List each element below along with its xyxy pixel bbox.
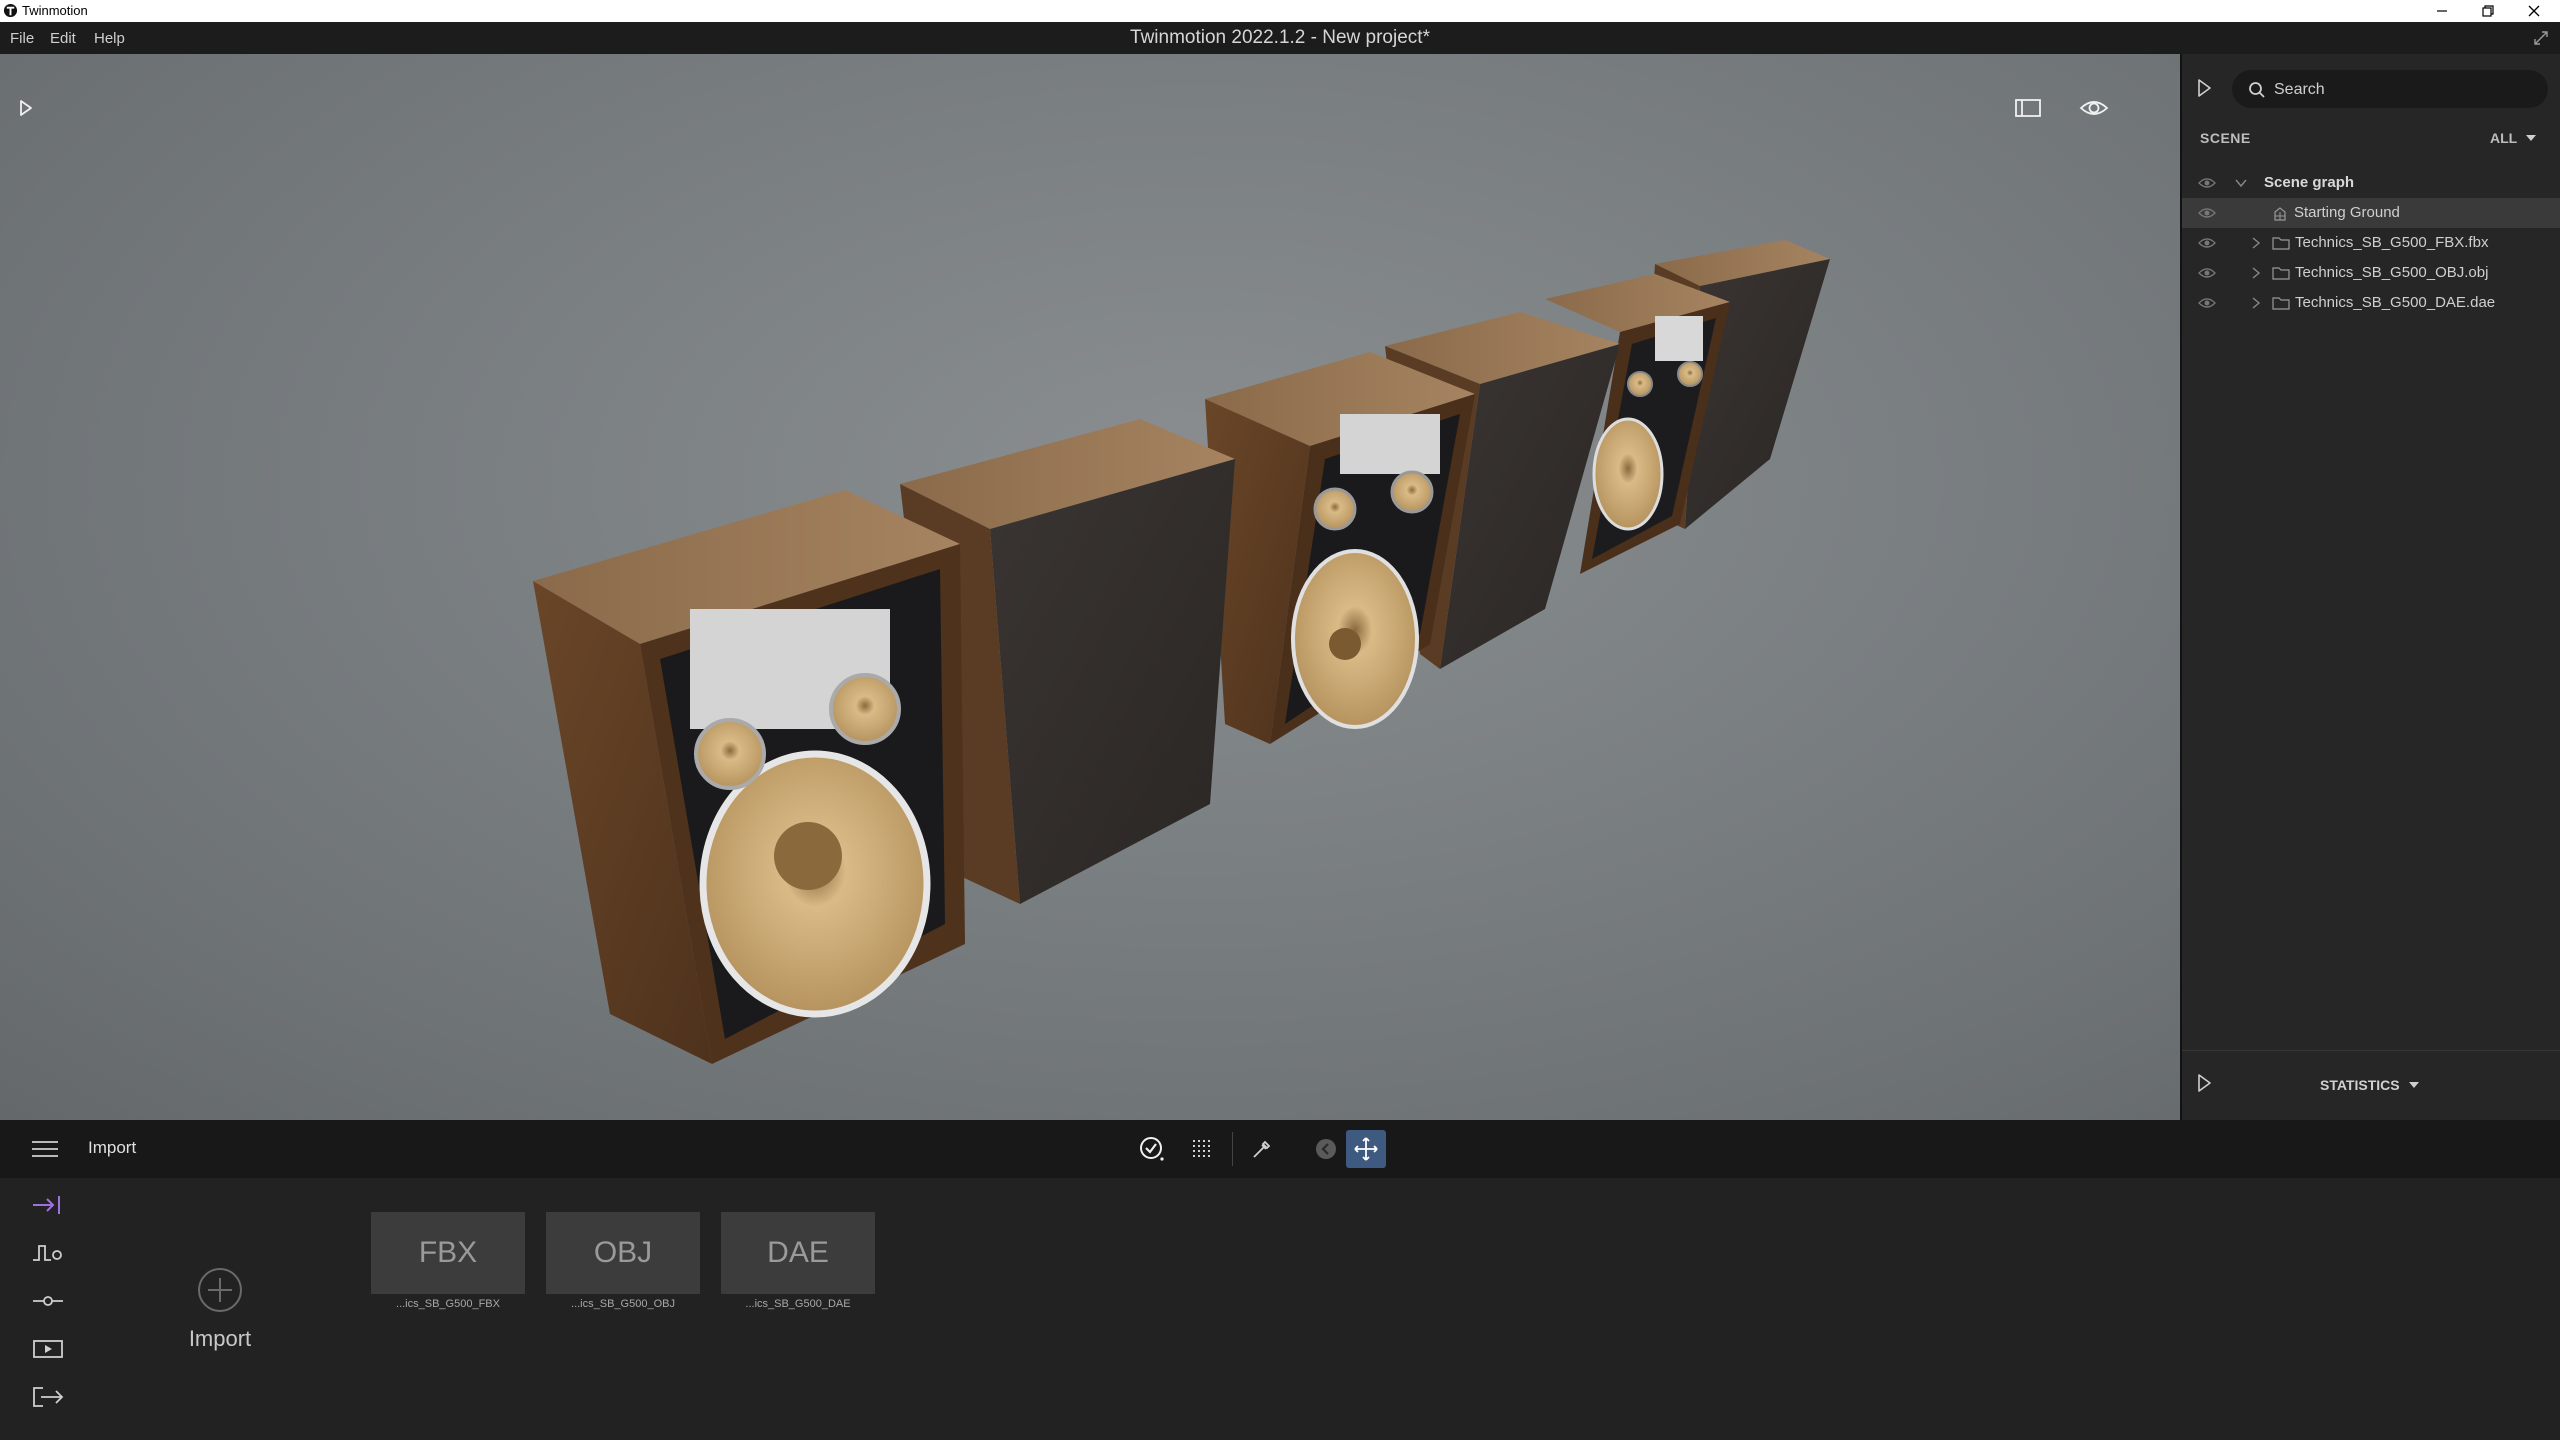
asset-card-obj[interactable]: OBJ ...ics_SB_G500_OBJ: [546, 1212, 700, 1310]
scene-render: [533, 240, 1830, 1064]
asset-card-dae[interactable]: DAE ...ics_SB_G500_DAE: [721, 1212, 875, 1310]
tree-item-starting-ground[interactable]: Starting Ground: [2182, 198, 2560, 228]
search-icon: [2248, 81, 2266, 99]
twinmotion-logo-icon: [3, 3, 18, 18]
speaker-front-far: [1545, 274, 1730, 574]
breadcrumb: Import: [88, 1138, 137, 1157]
toolbar-separator: [1232, 1132, 1233, 1166]
visibility-icon[interactable]: [2198, 267, 2216, 279]
folder-icon: [2272, 236, 2290, 250]
play-icon[interactable]: [14, 96, 38, 120]
caret-down-icon: [2525, 134, 2537, 142]
visibility-icon[interactable]: [2198, 177, 2216, 189]
menubar: File Edit Help Twinmotion 2022.1.2 - New…: [0, 22, 2560, 55]
visibility-icon[interactable]: [2198, 207, 2216, 219]
grid-icon[interactable]: [1182, 1130, 1222, 1168]
tree-item-label: Technics_SB_G500_FBX.fbx: [2295, 234, 2489, 251]
chevron-right-icon[interactable]: [2250, 296, 2262, 310]
move-icon[interactable]: [1346, 1130, 1386, 1168]
3d-viewport[interactable]: [0, 54, 2180, 1120]
asset-name: ...ics_SB_G500_DAE: [745, 1298, 851, 1310]
hamburger-menu-icon[interactable]: [30, 1138, 60, 1160]
export-icon[interactable]: [28, 1382, 68, 1412]
speaker-back-near: [900, 419, 1235, 904]
folder-icon: [2272, 266, 2290, 280]
filter-label: ALL: [2490, 130, 2518, 146]
statistics-label: STATISTICS: [2320, 1077, 2400, 1093]
speaker-front-near: [533, 490, 965, 1064]
search-field[interactable]: [2232, 70, 2548, 108]
select-icon[interactable]: [1132, 1130, 1172, 1168]
import-label: Import: [188, 1326, 252, 1351]
tree-item-label: Starting Ground: [2294, 204, 2400, 221]
tree-item-obj[interactable]: Technics_SB_G500_OBJ.obj: [2182, 258, 2560, 288]
tree-item-scene-graph[interactable]: Scene graph: [2182, 168, 2560, 198]
eyedropper-icon[interactable]: [1242, 1130, 1282, 1168]
chevron-down-icon[interactable]: [2234, 176, 2248, 190]
close-icon[interactable]: [2512, 0, 2556, 22]
asset-name: ...ics_SB_G500_OBJ: [571, 1298, 675, 1310]
context-icon[interactable]: [28, 1238, 68, 1268]
app-title: Twinmotion: [22, 3, 88, 18]
restore-icon[interactable]: [2466, 0, 2510, 22]
visibility-icon[interactable]: [2198, 237, 2216, 249]
scene-panel: SCENE ALL Scene graph Starting Ground: [2180, 54, 2560, 1120]
speaker-back-far: [1640, 240, 1830, 529]
scene-section-label: SCENE: [2200, 130, 2251, 146]
tree-item-label: Scene graph: [2264, 174, 2355, 191]
asset-thumbnail: OBJ: [546, 1212, 700, 1294]
search-input[interactable]: [2272, 74, 2536, 106]
media-icon[interactable]: [28, 1334, 68, 1364]
configuration-icon[interactable]: [28, 1286, 68, 1316]
tree-item-fbx[interactable]: Technics_SB_G500_FBX.fbx: [2182, 228, 2560, 258]
os-titlebar: Twinmotion: [0, 0, 2560, 22]
layout-icon[interactable]: [2012, 94, 2044, 122]
import-icon[interactable]: [28, 1190, 68, 1220]
asset-thumbnail: DAE: [721, 1212, 875, 1294]
asset-thumbnail: FBX: [371, 1212, 525, 1294]
import-button[interactable]: Import: [170, 1266, 270, 1356]
fullscreen-icon[interactable]: [2532, 29, 2550, 47]
minimize-icon[interactable]: [2420, 0, 2464, 22]
filter-dropdown[interactable]: ALL: [2490, 130, 2537, 146]
visibility-icon[interactable]: [2198, 297, 2216, 309]
visibility-icon[interactable]: [2076, 94, 2112, 122]
asset-card-fbx[interactable]: FBX ...ics_SB_G500_FBX: [371, 1212, 525, 1310]
tree-item-dae[interactable]: Technics_SB_G500_DAE.dae: [2182, 288, 2560, 318]
folder-icon: [2272, 296, 2290, 310]
speaker-front-mid: [1205, 352, 1475, 744]
back-icon[interactable]: [1306, 1130, 1346, 1168]
statistics-bar: STATISTICS: [2182, 1050, 2560, 1121]
tree-item-label: Technics_SB_G500_DAE.dae: [2295, 294, 2496, 311]
window-title: Twinmotion 2022.1.2 - New project*: [1130, 27, 1430, 48]
statistics-dropdown[interactable]: STATISTICS: [2320, 1077, 2420, 1093]
speaker-back-mid: [1385, 312, 1620, 669]
tree-item-label: Technics_SB_G500_OBJ.obj: [2295, 264, 2489, 281]
chevron-right-icon[interactable]: [2250, 236, 2262, 250]
library-panel: Import FBX ...ics_SB_G500_FBX OBJ ...ics…: [0, 1178, 2560, 1440]
chevron-right-icon[interactable]: [2250, 266, 2262, 280]
asset-name: ...ics_SB_G500_FBX: [396, 1298, 500, 1310]
panel-collapse-icon[interactable]: [2196, 78, 2212, 98]
bottom-toolbar: Import: [0, 1120, 2560, 1178]
ground-icon: [2272, 206, 2288, 222]
statistics-toggle-icon[interactable]: [2196, 1073, 2212, 1093]
add-circle-icon: [196, 1266, 244, 1314]
caret-down-icon: [2408, 1081, 2420, 1089]
